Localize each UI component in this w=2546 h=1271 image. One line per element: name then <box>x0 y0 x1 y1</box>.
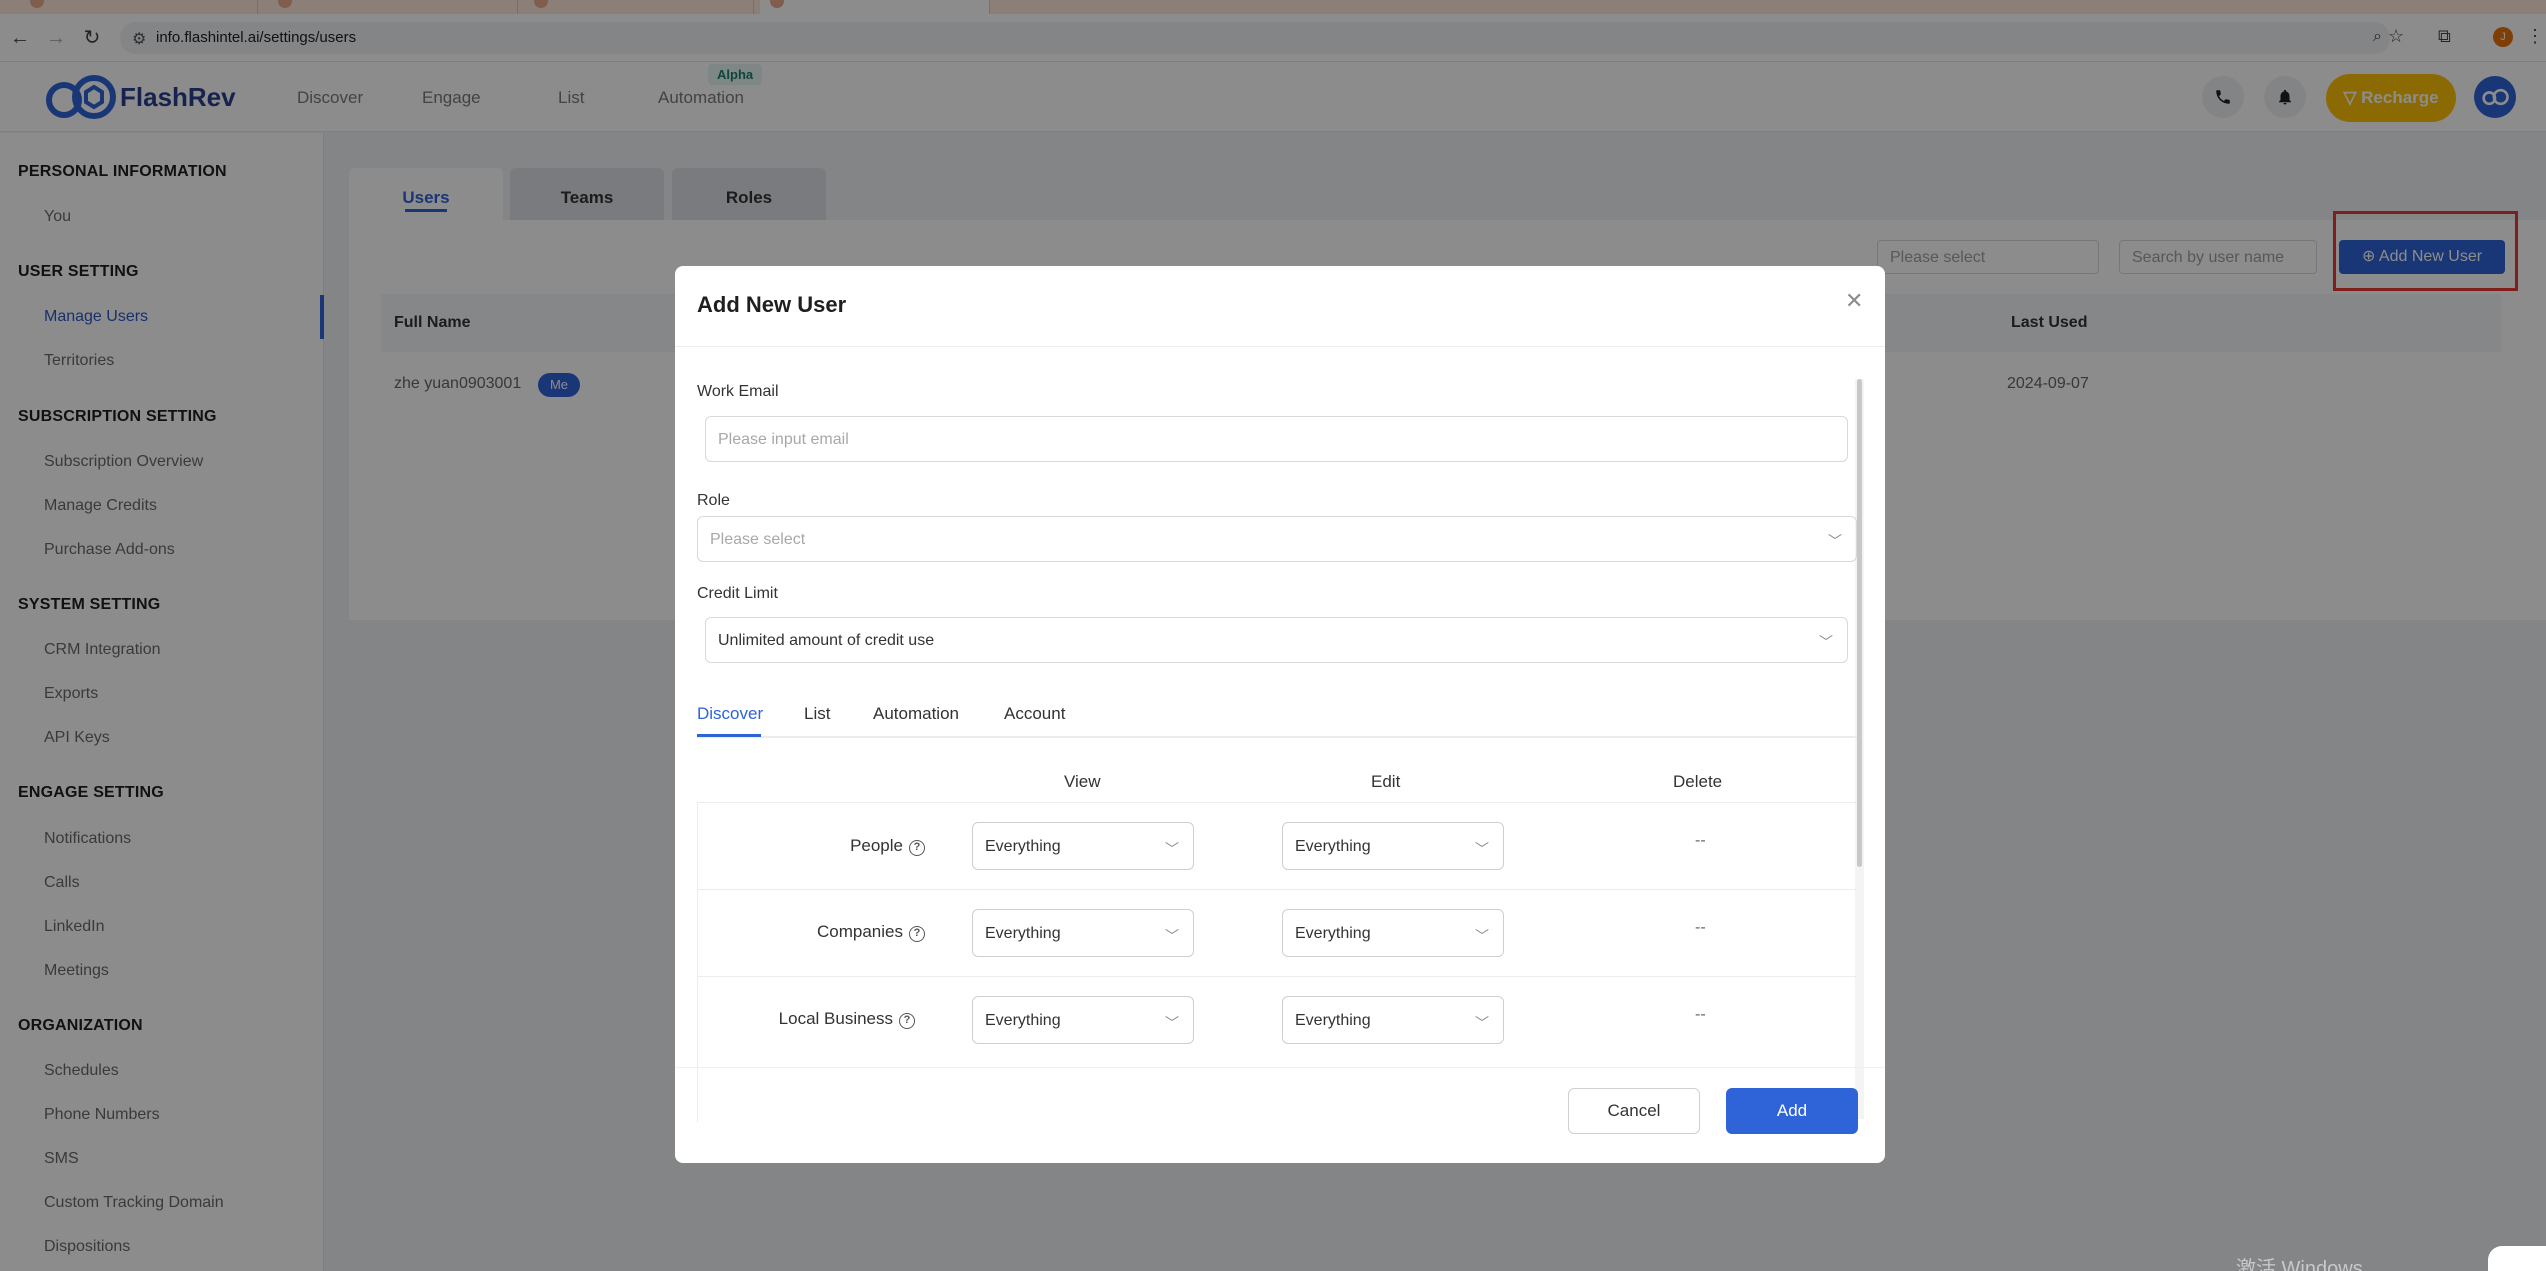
companies-delete-value: -- <box>1695 919 1706 936</box>
perm-col-view: View <box>1064 772 1101 791</box>
add-new-user-modal: Add New User ✕ Work Email Please input e… <box>675 266 1885 1163</box>
modal-header-divider <box>675 346 1885 347</box>
perm-tab-discover[interactable]: Discover <box>697 704 763 724</box>
help-circle-icon[interactable]: ? <box>899 1013 915 1029</box>
work-email-input[interactable]: Please input email <box>705 416 1848 462</box>
companies-edit-select[interactable]: Everything ﹀ <box>1282 909 1504 957</box>
credit-limit-label: Credit Limit <box>697 585 778 602</box>
select-value: Everything <box>1295 925 1371 942</box>
credit-limit-value: Unlimited amount of credit use <box>718 632 935 649</box>
work-email-label: Work Email <box>697 383 779 400</box>
perm-row-people-label: People? <box>775 836 925 856</box>
modal-footer-divider <box>675 1067 1885 1068</box>
help-circle-icon[interactable]: ? <box>909 926 925 942</box>
close-icon[interactable]: ✕ <box>1845 288 1863 314</box>
perm-row-companies-label: Companies? <box>735 922 925 942</box>
role-label: Role <box>697 492 730 509</box>
work-email-placeholder: Please input email <box>718 431 849 448</box>
perm-row-label-text: Local Business <box>778 1009 893 1028</box>
perm-tab-list[interactable]: List <box>804 704 830 724</box>
perm-row-divider <box>697 889 1857 890</box>
windows-activation-watermark: 激活 Windows <box>2236 1258 2363 1271</box>
chevron-down-icon: ﹀ <box>1165 928 1179 944</box>
chevron-down-icon: ﹀ <box>1165 1015 1179 1031</box>
perm-tabs-divider <box>697 736 1857 738</box>
perm-col-delete: Delete <box>1673 772 1723 791</box>
perm-row-label-text: People <box>850 836 903 855</box>
credit-limit-select[interactable]: Unlimited amount of credit use ﹀ <box>705 617 1848 663</box>
companies-view-select[interactable]: Everything ﹀ <box>972 909 1194 957</box>
select-value: Everything <box>1295 1012 1371 1029</box>
perm-tab-account[interactable]: Account <box>1004 704 1065 724</box>
perm-row-divider <box>697 976 1857 977</box>
local-business-edit-select[interactable]: Everything ﹀ <box>1282 996 1504 1044</box>
people-delete-value: -- <box>1695 832 1706 849</box>
chevron-down-icon: ﹀ <box>1475 928 1489 944</box>
chevron-down-icon: ﹀ <box>1475 1015 1489 1031</box>
perm-row-local-business-label: Local Business? <box>705 1009 915 1029</box>
perm-tab-automation[interactable]: Automation <box>873 704 959 724</box>
local-business-delete-value: -- <box>1695 1006 1706 1023</box>
chevron-down-icon: ﹀ <box>1828 533 1842 549</box>
role-placeholder: Please select <box>710 531 806 548</box>
chevron-down-icon: ﹀ <box>1165 841 1179 857</box>
select-value: Everything <box>985 1012 1061 1029</box>
add-button[interactable]: Add <box>1726 1088 1858 1134</box>
chevron-down-icon: ﹀ <box>1475 841 1489 857</box>
select-value: Everything <box>985 925 1061 942</box>
perm-tab-active-underline <box>697 734 761 737</box>
select-value: Everything <box>1295 838 1371 855</box>
local-business-view-select[interactable]: Everything ﹀ <box>972 996 1194 1044</box>
people-edit-select[interactable]: Everything ﹀ <box>1282 822 1504 870</box>
select-value: Everything <box>985 838 1061 855</box>
cancel-button[interactable]: Cancel <box>1568 1088 1700 1134</box>
people-view-select[interactable]: Everything ﹀ <box>972 822 1194 870</box>
role-select[interactable]: Please select ﹀ <box>697 516 1857 562</box>
perm-row-divider <box>697 802 1857 803</box>
modal-title: Add New User <box>697 292 847 317</box>
chevron-down-icon: ﹀ <box>1819 634 1833 650</box>
help-circle-icon[interactable]: ? <box>909 840 925 856</box>
perm-col-edit: Edit <box>1371 772 1401 791</box>
perm-row-label-text: Companies <box>817 922 903 941</box>
chat-widget-button[interactable] <box>2488 1246 2546 1271</box>
modal-scrollbar-thumb[interactable] <box>1857 379 1862 867</box>
